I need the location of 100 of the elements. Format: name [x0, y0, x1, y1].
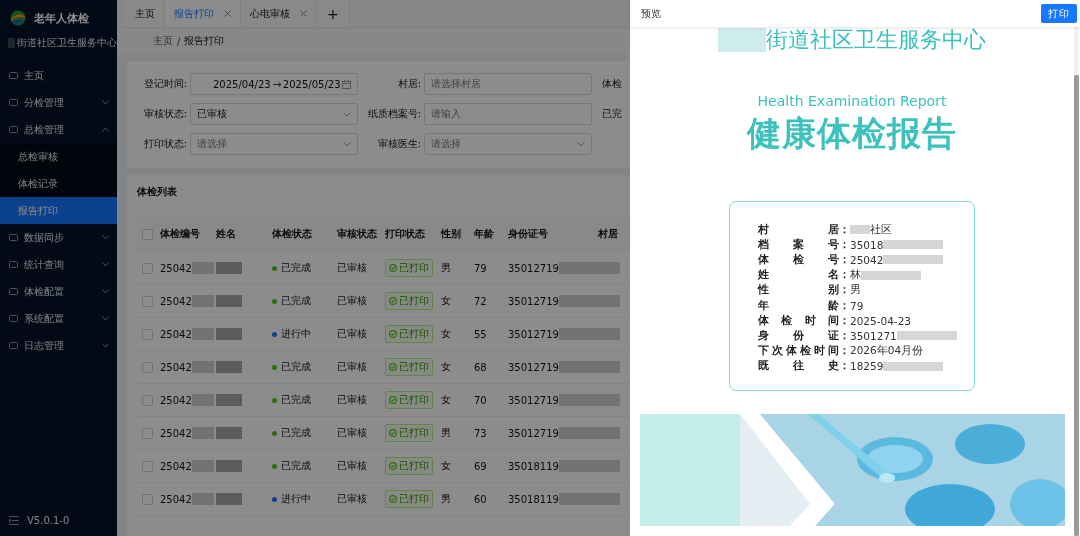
column-header: 身份证号 — [508, 227, 549, 241]
blurred-patch — [883, 240, 944, 250]
table-cell: 男 — [441, 492, 451, 506]
checkbox[interactable] — [142, 427, 153, 439]
submenu-item[interactable]: 总检审核 — [0, 143, 117, 170]
table-cell: 男 — [441, 261, 451, 275]
date-range-field[interactable]: 2025/04/23→2025/05/23 — [190, 73, 358, 95]
status-tag: 已打印 — [385, 358, 433, 376]
table-cell: 已审核 — [337, 360, 367, 374]
blurred-patch — [191, 427, 214, 439]
submenu-item[interactable]: 体检记录 — [0, 170, 117, 197]
menu-icon — [9, 233, 18, 242]
logo-icon — [10, 10, 26, 26]
menu-item[interactable]: 体检配置 — [0, 278, 117, 305]
menu-item[interactable]: 分检管理 — [0, 89, 117, 116]
blurred-patch — [191, 361, 214, 373]
app-title: 老年人体检 — [34, 10, 89, 26]
table-cell: 已完成 — [281, 393, 311, 407]
checkbox[interactable] — [142, 361, 153, 373]
select-field[interactable]: 请选择 — [190, 133, 358, 155]
menu-item[interactable]: 系统配置 — [0, 305, 117, 332]
blurred-patch — [216, 493, 242, 505]
table-cell: 79 — [474, 262, 487, 274]
table-cell: 25042 — [160, 295, 192, 307]
blurred-patch — [216, 295, 242, 307]
blurred-patch — [8, 38, 15, 48]
table-cell: 35018119 — [508, 493, 559, 505]
table-cell: 55 — [474, 328, 487, 340]
table-cell: 已完成 — [281, 426, 311, 440]
select-field[interactable]: 请选择 — [424, 133, 592, 155]
checkbox[interactable] — [142, 460, 153, 472]
checkbox[interactable] — [142, 328, 153, 340]
close-icon[interactable] — [224, 10, 231, 17]
close-icon[interactable] — [300, 10, 307, 17]
table-cell: 35012719 — [508, 262, 559, 274]
menu-item[interactable]: 统计查询 — [0, 251, 117, 278]
info-label: 年龄： — [758, 298, 850, 313]
check-circle-icon — [389, 396, 397, 404]
table-cell: 女 — [441, 294, 451, 308]
chevron-icon — [102, 316, 109, 321]
print-button[interactable]: 打印 — [1041, 4, 1077, 23]
column-header: 年龄 — [474, 227, 495, 241]
checkbox[interactable] — [142, 493, 153, 505]
table-cell: 已审核 — [337, 492, 367, 506]
table-cell: 73 — [474, 427, 487, 439]
blurred-patch — [883, 361, 944, 371]
blurred-patch — [191, 328, 214, 340]
table-cell: 已完成 — [281, 294, 311, 308]
modal-overlay[interactable] — [0, 0, 630, 536]
filter-label: 体检 — [601, 77, 623, 91]
check-circle-icon — [389, 462, 397, 470]
table-cell: 60 — [474, 493, 487, 505]
status-tag: 已打印 — [385, 424, 433, 442]
checkbox[interactable] — [142, 228, 153, 240]
checkbox[interactable] — [142, 295, 153, 307]
table-cell: 25042 — [160, 493, 192, 505]
menu-item[interactable]: 总检管理 — [0, 116, 117, 143]
column-header: 打印状态 — [385, 227, 426, 241]
blurred-patch — [191, 262, 214, 274]
report-subtitle: Health Examination Report — [757, 93, 947, 109]
list-title: 体检列表 — [137, 185, 178, 199]
filter-label: 打印状态: — [142, 137, 188, 151]
info-value: 18259 — [850, 360, 884, 373]
column-header: 体检状态 — [272, 227, 313, 241]
column-header: 姓名 — [216, 227, 237, 241]
blurred-patch — [850, 225, 870, 235]
status-tag: 已打印 — [385, 259, 433, 277]
chevron-icon — [102, 289, 109, 294]
info-label: 性别： — [758, 283, 850, 298]
menu-item[interactable]: 数据同步 — [0, 224, 117, 251]
input-field[interactable]: 请选择村居 — [424, 73, 592, 95]
select-field[interactable]: 已审核 — [190, 103, 358, 125]
collapse-icon[interactable] — [9, 516, 19, 525]
column-header: 性别 — [441, 227, 462, 241]
menu-item[interactable]: 主页 — [0, 62, 117, 89]
info-value: 79 — [850, 299, 864, 312]
breadcrumb-item[interactable]: 主页 — [153, 34, 173, 48]
checkbox[interactable] — [142, 394, 153, 406]
table-cell: 已完成 — [281, 360, 311, 374]
table-cell: 35012719 — [508, 328, 559, 340]
breadcrumb-separator: / — [177, 35, 181, 47]
tab[interactable]: 报告打印 — [165, 0, 241, 27]
menu-icon — [9, 260, 18, 269]
info-label: 村居： — [758, 222, 850, 237]
menu-item[interactable]: 日志管理 — [0, 332, 117, 359]
info-value: 社区 — [870, 222, 892, 237]
blurred-patch — [216, 361, 242, 373]
info-label: 体检时间： — [758, 313, 850, 328]
blurred-patch — [216, 427, 242, 439]
column-header: 村居 — [598, 227, 619, 241]
info-value: 3501271 — [850, 329, 897, 342]
scrollbar[interactable] — [1074, 27, 1079, 536]
table-cell: 女 — [441, 327, 451, 341]
chevron-icon — [102, 235, 109, 240]
blurred-patch — [718, 28, 766, 52]
input-field[interactable]: 请输入 — [424, 103, 592, 125]
filter-label: 审核医生: — [376, 137, 422, 151]
info-value: 林 — [850, 268, 861, 283]
submenu-item[interactable]: 报告打印 — [0, 197, 117, 224]
checkbox[interactable] — [142, 262, 153, 274]
